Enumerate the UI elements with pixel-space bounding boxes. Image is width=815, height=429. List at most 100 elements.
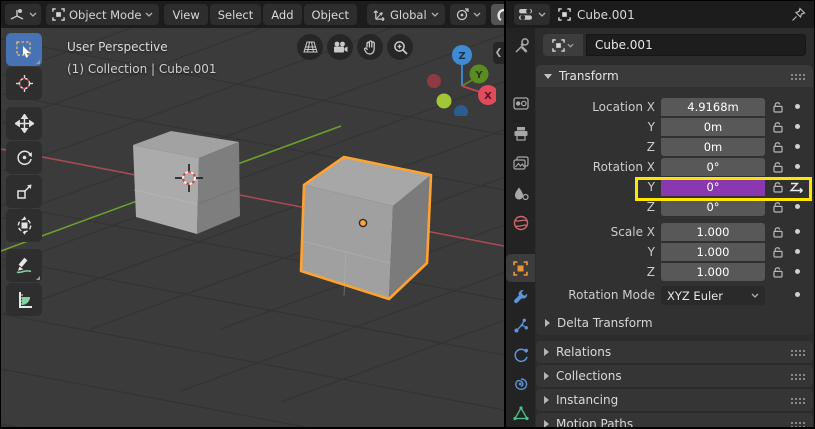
- gizmo-neg-z-ball[interactable]: [454, 105, 468, 116]
- tab-output[interactable]: [506, 119, 535, 147]
- tab-modifiers[interactable]: [506, 283, 535, 311]
- tab-tool[interactable]: [506, 32, 535, 60]
- tab-scene[interactable]: [506, 179, 535, 207]
- lock-open-icon[interactable]: [772, 226, 784, 238]
- lock-open-icon[interactable]: [772, 161, 784, 173]
- cube-selected[interactable]: [301, 157, 431, 299]
- viewport-header: Object Mode View Select Add Object Globa…: [1, 1, 504, 28]
- tab-world[interactable]: [506, 209, 535, 237]
- menu-select[interactable]: Select: [210, 4, 261, 25]
- mode-label: Object Mode: [69, 8, 141, 22]
- editor-type-button[interactable]: [5, 4, 41, 25]
- transform-orientation-dropdown[interactable]: Global: [367, 4, 445, 25]
- mode-dropdown[interactable]: Object Mode: [46, 4, 159, 25]
- row-rotation-mode: Rotation Mode XYZ Euler: [535, 286, 814, 304]
- animate-dot[interactable]: [795, 292, 800, 297]
- tab-constraints[interactable]: [506, 370, 535, 398]
- tab-object-data[interactable]: [506, 399, 535, 427]
- driver-icon[interactable]: [789, 181, 805, 193]
- transform-panel-header[interactable]: Transform: [536, 65, 813, 87]
- animate-dot[interactable]: [795, 204, 800, 209]
- animate-dot[interactable]: [795, 269, 800, 274]
- menu-add[interactable]: Add: [263, 4, 301, 25]
- tab-object[interactable]: [506, 254, 535, 282]
- lock-open-icon[interactable]: [772, 201, 784, 213]
- lock-open-icon[interactable]: [772, 121, 784, 133]
- rotation-x-field[interactable]: 0°: [661, 158, 765, 176]
- lock-open-icon[interactable]: [772, 181, 784, 193]
- pan-view-button[interactable]: [357, 34, 383, 60]
- rotation-mode-dropdown[interactable]: XYZ Euler: [661, 286, 765, 305]
- object-name-input[interactable]: [586, 34, 806, 56]
- tool-annotate-button[interactable]: [6, 249, 42, 282]
- object-icon: [552, 39, 565, 52]
- location-x-field[interactable]: 4.9168m: [661, 98, 765, 116]
- scale-z-field[interactable]: 1.000: [661, 263, 765, 281]
- rotation-y-field-driven[interactable]: 0°: [661, 178, 765, 196]
- output-printer-icon: [513, 126, 529, 141]
- scale-x-field[interactable]: 1.000: [661, 223, 765, 241]
- gizmo-neg-y-ball[interactable]: [437, 94, 452, 109]
- object-name-row: [543, 34, 806, 56]
- tool-group-corner: [36, 276, 40, 280]
- sidebar-toggle[interactable]: ❮: [493, 42, 504, 64]
- scale-y-field[interactable]: 1.000: [661, 243, 765, 261]
- chevron-down-icon: [538, 12, 546, 17]
- field-label: Z: [535, 138, 655, 156]
- delta-transform-label: Delta Transform: [557, 316, 653, 330]
- zoom-view-button[interactable]: [387, 34, 413, 60]
- animate-dot[interactable]: [795, 124, 800, 129]
- panel-motion-paths[interactable]: Motion Paths: [536, 413, 813, 427]
- panel-relations[interactable]: Relations: [536, 341, 813, 363]
- panel-grip-icon[interactable]: [790, 397, 805, 404]
- animate-dot[interactable]: [795, 104, 800, 109]
- tool-cursor-button[interactable]: [6, 67, 42, 100]
- panel-grip-icon[interactable]: [790, 421, 805, 428]
- panel-collections[interactable]: Collections: [536, 365, 813, 387]
- tool-move-button[interactable]: [6, 107, 42, 140]
- tool-transform-button[interactable]: [6, 209, 42, 242]
- lock-open-icon[interactable]: [772, 246, 784, 258]
- menu-object[interactable]: Object: [304, 4, 357, 25]
- tab-view-layer[interactable]: [506, 149, 535, 177]
- tab-render[interactable]: [506, 89, 535, 117]
- viewport-editor-icon: [9, 8, 25, 22]
- panel-grip-icon[interactable]: [790, 73, 805, 80]
- pivot-point-dropdown[interactable]: [450, 4, 486, 25]
- navigation-gizmo[interactable]: Z Y X: [420, 38, 496, 116]
- properties-tab-column: [506, 28, 535, 427]
- animate-dot[interactable]: [795, 164, 800, 169]
- animate-dot[interactable]: [795, 229, 800, 234]
- magnifier-plus-icon: [393, 40, 408, 55]
- camera-view-button[interactable]: [327, 34, 353, 60]
- location-y-field[interactable]: 0m: [661, 118, 765, 136]
- viewport-canvas[interactable]: User Perspective (1) Collection | Cube.0…: [1, 28, 504, 427]
- tool-select-box-button[interactable]: [6, 33, 42, 66]
- panel-grip-icon[interactable]: [790, 349, 805, 356]
- id-type-dropdown[interactable]: [543, 34, 583, 56]
- lock-open-icon[interactable]: [772, 266, 784, 278]
- properties-editor-type-button[interactable]: [514, 4, 550, 25]
- rotation-z-field[interactable]: 0°: [661, 198, 765, 216]
- location-z-field[interactable]: 0m: [661, 138, 765, 156]
- panel-grip-icon[interactable]: [790, 373, 805, 380]
- tool-scale-button[interactable]: [6, 175, 42, 208]
- animate-dot[interactable]: [795, 144, 800, 149]
- tab-physics[interactable]: [506, 341, 535, 369]
- animate-dot[interactable]: [795, 249, 800, 254]
- tool-rotate-button[interactable]: [6, 141, 42, 174]
- snap-toggle-button[interactable]: [491, 4, 504, 25]
- panel-instancing[interactable]: Instancing: [536, 389, 813, 411]
- perspective-grid-icon: [303, 40, 318, 54]
- toggle-perspective-button[interactable]: [297, 34, 323, 60]
- menu-view[interactable]: View: [164, 4, 207, 25]
- lock-open-icon[interactable]: [772, 101, 784, 113]
- lock-open-icon[interactable]: [772, 141, 784, 153]
- delta-transform-subpanel[interactable]: Delta Transform: [545, 316, 653, 330]
- tool-measure-button[interactable]: [6, 283, 42, 316]
- tab-particles[interactable]: [506, 312, 535, 340]
- panel-motion-paths-label: Motion Paths: [556, 417, 633, 427]
- annotate-icon: [15, 256, 34, 275]
- gizmo-neg-x-ball[interactable]: [427, 74, 441, 88]
- pin-icon[interactable]: [791, 7, 806, 22]
